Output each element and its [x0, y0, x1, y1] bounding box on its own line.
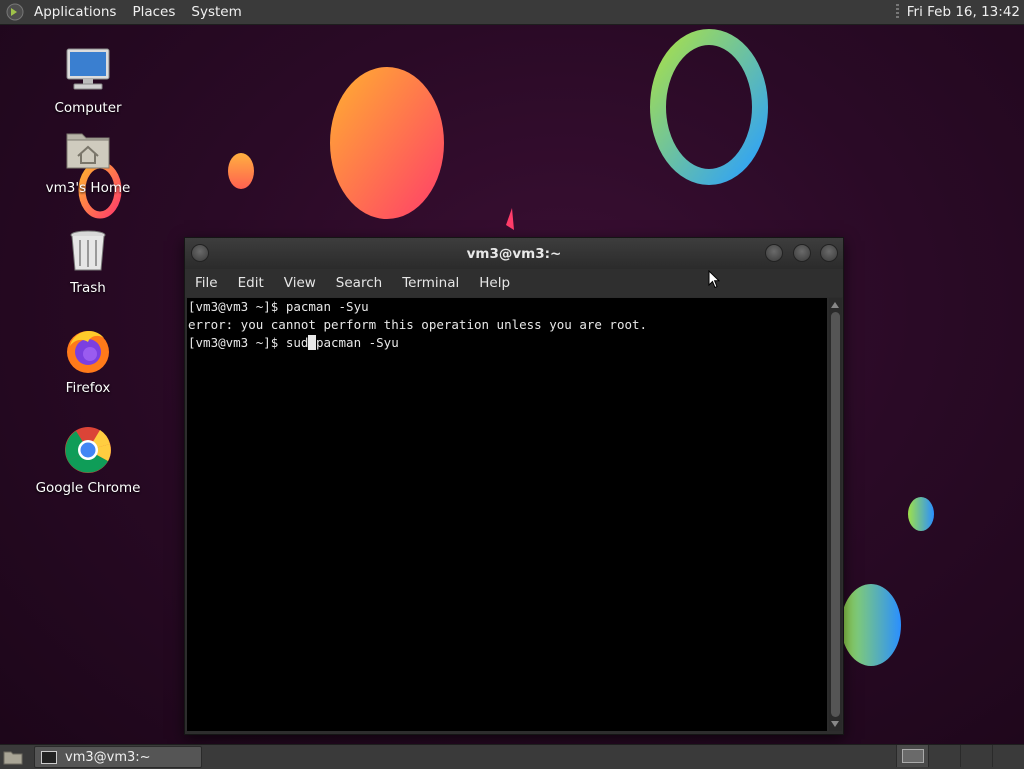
show-desktop-button[interactable] [2, 748, 24, 766]
menu-search[interactable]: Search [326, 275, 392, 291]
window-title: vm3@vm3:~ [466, 245, 562, 262]
chrome-icon [65, 427, 111, 473]
desktop-icon-firefox[interactable]: Firefox [33, 326, 143, 396]
menu-view[interactable]: View [274, 275, 326, 291]
desktop-icon-label: Firefox [65, 380, 111, 396]
menu-edit[interactable]: Edit [228, 275, 274, 291]
close-button[interactable] [820, 244, 838, 262]
terminal-input-line[interactable]: [vm3@vm3 ~]$ sud pacman -Syu [188, 334, 647, 352]
desktop-icon-label: vm3's Home [45, 180, 131, 196]
desktop-icon-home[interactable]: vm3's Home [33, 126, 143, 196]
terminal-line: error: you cannot perform this operation… [188, 317, 648, 332]
menu-file[interactable]: File [185, 275, 228, 291]
desktop-icon-label: Google Chrome [35, 480, 141, 496]
menu-terminal[interactable]: Terminal [392, 275, 469, 291]
text-cursor [308, 335, 316, 350]
show-desktop-icon [3, 751, 23, 765]
maximize-button[interactable] [793, 244, 811, 262]
terminal-menubar: File Edit View Search Terminal Help [185, 269, 843, 297]
desktop-icon-trash[interactable]: Trash [33, 226, 143, 296]
typed-text-after-cursor: pacman -Syu [315, 335, 399, 350]
terminal-line: [vm3@vm3 ~]$ pacman -Syu [188, 299, 369, 314]
workspace-switcher [896, 745, 1024, 769]
desktop-icon-label: Computer [54, 100, 122, 116]
terminal-scrollbar[interactable] [829, 298, 842, 731]
terminal-text: [vm3@vm3 ~]$ pacman -Syu error: you canno… [188, 298, 647, 352]
mouse-pointer-icon [708, 270, 720, 289]
typed-text: sud [285, 335, 309, 350]
desktop-icon-label: Trash [70, 280, 106, 296]
workspace-3[interactable] [960, 745, 992, 767]
desktop-icon-computer[interactable]: Computer [33, 46, 143, 116]
minimize-button[interactable] [765, 244, 783, 262]
prompt: [vm3@vm3 ~]$ [188, 335, 286, 350]
taskbar-terminal-button[interactable]: vm3@vm3:~ [34, 746, 202, 768]
home-folder-icon [66, 133, 110, 169]
scroll-thumb[interactable] [831, 312, 840, 717]
workspace-2[interactable] [928, 745, 960, 767]
firefox-icon [67, 331, 109, 373]
scroll-down-arrow-icon[interactable] [831, 721, 839, 727]
trash-icon [70, 230, 106, 271]
bottom-panel: vm3@vm3:~ [0, 744, 1024, 769]
terminal-window[interactable]: vm3@vm3:~ File Edit View Search Terminal… [184, 237, 844, 735]
window-menu-button[interactable] [191, 244, 209, 262]
workspace-4[interactable] [992, 745, 1024, 767]
workspace-window-preview [901, 749, 924, 763]
terminal-output[interactable]: [vm3@vm3 ~]$ pacman -Syu error: you canno… [187, 298, 827, 731]
taskbar-task-label: vm3@vm3:~ [65, 749, 151, 765]
workspace-1[interactable] [896, 745, 928, 767]
menu-help[interactable]: Help [469, 275, 520, 291]
computer-icon [66, 48, 110, 90]
scroll-up-arrow-icon[interactable] [831, 302, 839, 308]
desktop-icon-chrome[interactable]: Google Chrome [33, 426, 143, 496]
terminal-icon [41, 750, 57, 764]
window-title-bar[interactable]: vm3@vm3:~ [185, 238, 843, 269]
